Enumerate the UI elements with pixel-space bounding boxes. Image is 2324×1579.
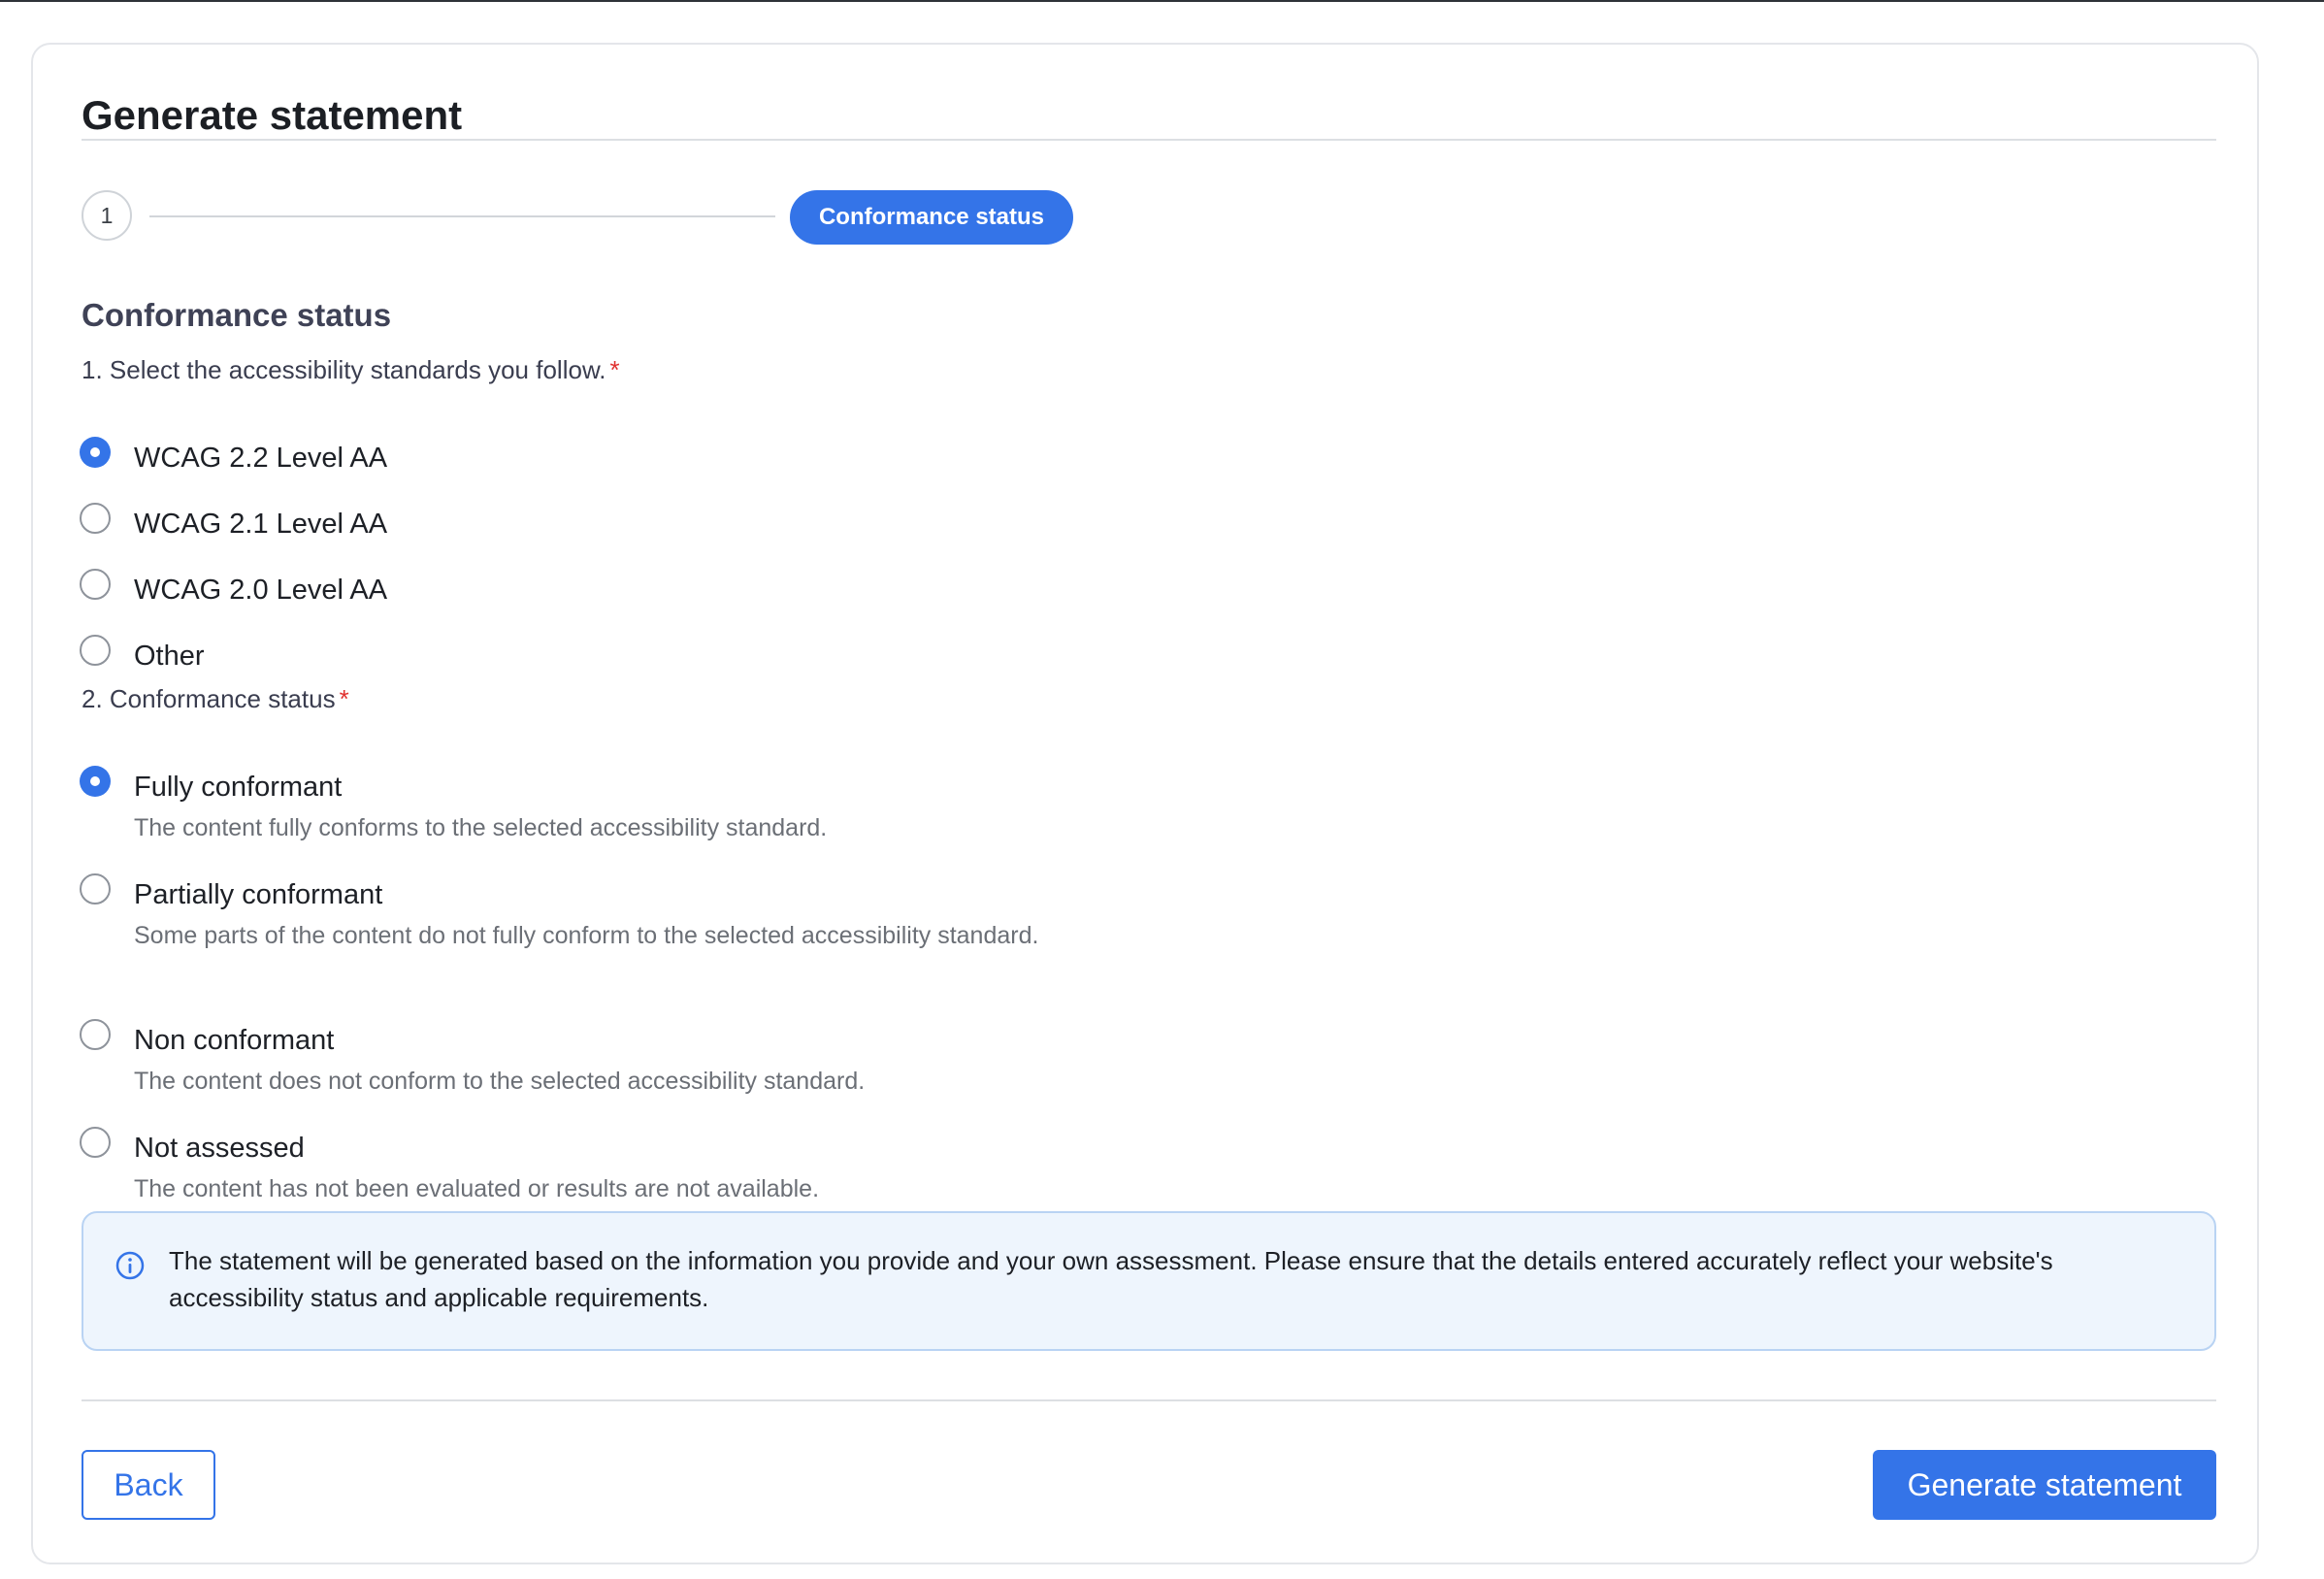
radio-button-other[interactable] xyxy=(80,635,111,666)
option-label: WCAG 2.2 Level AA xyxy=(134,443,388,474)
stepper-step-1[interactable]: 1 xyxy=(82,190,132,241)
info-text: The statement will be generated based on… xyxy=(169,1246,2053,1312)
footer-divider xyxy=(82,1399,2216,1401)
step-number: 1 xyxy=(100,202,114,228)
option-label: Non conformant xyxy=(134,1025,335,1056)
required-asterisk: * xyxy=(609,355,620,384)
radio-button-partially-conformant[interactable] xyxy=(80,873,111,905)
option-description: The content has not been evaluated or re… xyxy=(134,1175,820,1202)
current-step-label: Conformance status xyxy=(818,204,1045,230)
option-label: Fully conformant xyxy=(134,772,343,803)
statement-card: Generate statement 1 Conformance status … xyxy=(31,43,2259,1564)
stepper-current-step: Conformance status xyxy=(790,190,1073,245)
back-button[interactable]: Back xyxy=(82,1450,215,1520)
option-label: WCAG 2.1 Level AA xyxy=(134,509,388,540)
option-label: Not assessed xyxy=(134,1133,305,1164)
generate-statement-button[interactable]: Generate statement xyxy=(1873,1450,2216,1520)
radio-button-non-conformant[interactable] xyxy=(80,1019,111,1050)
radio-button-wcag-20[interactable] xyxy=(80,569,111,600)
radio-button-not-assessed[interactable] xyxy=(80,1127,111,1158)
option-description: The content fully conforms to the select… xyxy=(134,814,828,841)
standards-question-label: 1. Select the accessibility standards yo… xyxy=(82,355,620,385)
info-notice: The statement will be generated based on… xyxy=(82,1211,2216,1351)
option-label: Other xyxy=(134,641,205,672)
radio-button-wcag-22[interactable] xyxy=(80,437,111,468)
radio-button-wcag-21[interactable] xyxy=(80,503,111,534)
stepper-connector xyxy=(149,215,775,217)
option-label: WCAG 2.0 Level AA xyxy=(134,575,388,606)
option-description: Some parts of the content do not fully c… xyxy=(134,922,1039,949)
conformance-question-label: 2. Conformance status * xyxy=(82,684,349,714)
question-text: 1. Select the accessibility standards yo… xyxy=(82,355,606,384)
option-description: The content does not conform to the sele… xyxy=(134,1068,866,1095)
section-heading: Conformance status xyxy=(82,297,392,333)
title-divider xyxy=(82,139,2216,141)
question-text: 2. Conformance status xyxy=(82,684,336,713)
required-asterisk: * xyxy=(339,684,349,713)
info-circle-icon xyxy=(115,1251,145,1280)
window-top-border xyxy=(0,0,2324,2)
radio-button-fully-conformant[interactable] xyxy=(80,766,111,797)
page-title: Generate statement xyxy=(82,92,463,138)
option-label: Partially conformant xyxy=(134,879,383,910)
